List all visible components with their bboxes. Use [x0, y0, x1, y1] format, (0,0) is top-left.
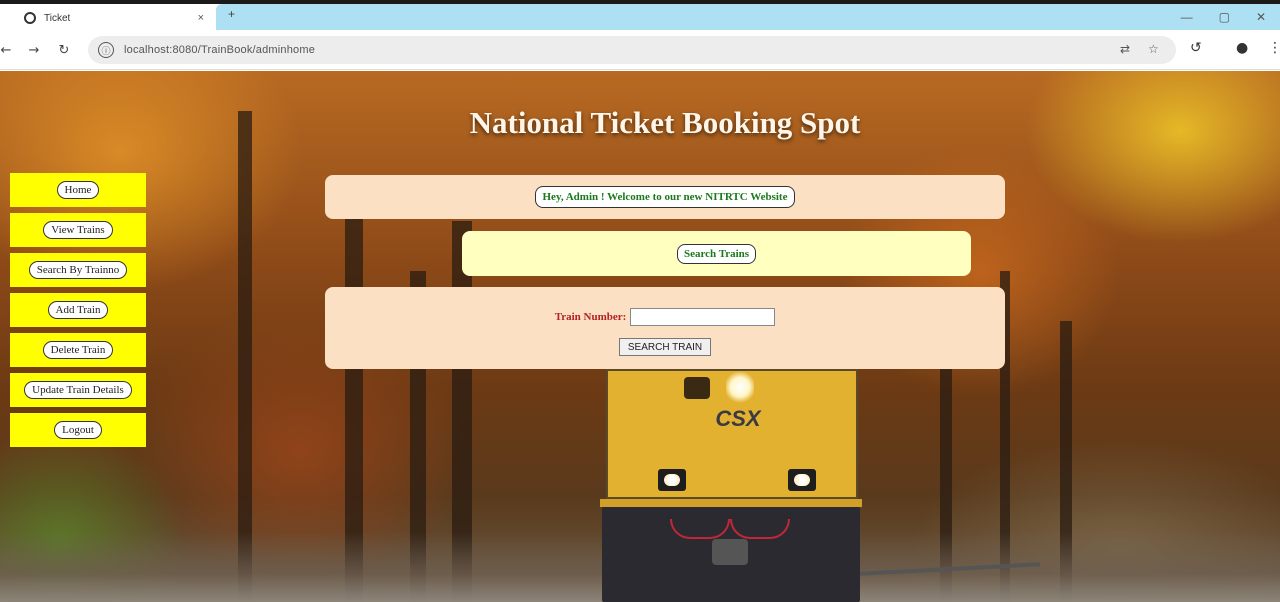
forward-icon[interactable]: →	[24, 40, 44, 60]
url-text[interactable]: localhost:8080/TrainBook/adminhome	[124, 44, 315, 56]
sidebar-item-delete-train[interactable]: Delete Train	[10, 333, 146, 367]
train-number-input[interactable]	[630, 308, 776, 326]
sidebar-item-label[interactable]: Delete Train	[42, 341, 114, 359]
locomotive-window	[684, 377, 710, 399]
maximize-icon[interactable]: ▢	[1219, 10, 1230, 24]
train-number-row: Train Number:	[555, 308, 776, 326]
address-bar-row: ← → ↻ ⓘ localhost:8080/TrainBook/adminho…	[0, 30, 1280, 70]
search-form-panel: Train Number: SEARCH TRAIN	[325, 287, 1005, 369]
search-trains-heading: Search Trains	[676, 243, 757, 264]
browser-tab[interactable]: Ticket ×	[14, 6, 214, 30]
tab-close-icon[interactable]: ×	[198, 12, 204, 24]
sidebar-item-label[interactable]: Update Train Details	[24, 381, 132, 399]
tab-title: Ticket	[44, 12, 71, 24]
locomotive-body: CSX	[606, 369, 858, 499]
sidebar-item-label[interactable]: View Trains	[43, 221, 113, 239]
top-headlight	[726, 371, 754, 403]
background-tree	[238, 111, 252, 602]
sidebar-item-add-train[interactable]: Add Train	[10, 293, 146, 327]
sidebar-item-search-by-trainno[interactable]: Search By Trainno	[10, 253, 146, 287]
welcome-panel: Hey, Admin ! Welcome to our new NITRTC W…	[325, 175, 1005, 219]
sidebar-item-label[interactable]: Search By Trainno	[28, 261, 128, 279]
sidebar-item-label[interactable]: Add Train	[47, 301, 109, 319]
address-bar[interactable]: ⓘ localhost:8080/TrainBook/adminhome ⇄ ☆	[88, 36, 1176, 64]
search-train-button[interactable]: SEARCH TRAIN	[618, 338, 712, 356]
right-headlight	[788, 469, 816, 491]
minimize-icon[interactable]: —	[1181, 10, 1193, 24]
sync-icon[interactable]: ↺	[1190, 40, 1202, 56]
site-info-icon[interactable]: ⓘ	[98, 42, 114, 58]
locomotive-stripe	[600, 499, 862, 507]
reload-icon[interactable]: ↻	[54, 40, 74, 60]
close-window-icon[interactable]: ✕	[1256, 10, 1266, 24]
tab-favicon-icon	[24, 12, 36, 24]
sidebar-item-view-trains[interactable]: View Trains	[10, 213, 146, 247]
window-controls: — ▢ ✕	[1181, 4, 1266, 30]
back-icon[interactable]: ←	[0, 40, 16, 60]
tab-strip: +	[216, 4, 1280, 30]
sidebar-item-label[interactable]: Logout	[54, 421, 102, 439]
left-headlight	[658, 469, 686, 491]
menu-icon[interactable]: ⋮	[1268, 40, 1280, 56]
profile-icon[interactable]: ●	[1236, 40, 1248, 56]
sidebar-item-label[interactable]: Home	[56, 181, 100, 199]
translate-icon[interactable]: ⇄	[1120, 42, 1130, 56]
welcome-message: Hey, Admin ! Welcome to our new NITRTC W…	[534, 186, 796, 208]
locomotive-logo: CSX	[715, 406, 761, 431]
bookmark-star-icon[interactable]: ☆	[1148, 42, 1159, 56]
sidebar-item-update-train-details[interactable]: Update Train Details	[10, 373, 146, 407]
page-background: National Ticket Booking Spot Home View T…	[0, 71, 1280, 602]
sidebar-item-logout[interactable]: Logout	[10, 413, 146, 447]
coupler	[712, 539, 748, 565]
train-image: CSX	[600, 369, 862, 602]
train-number-label: Train Number:	[554, 311, 627, 323]
search-header-panel: Search Trains	[462, 231, 971, 276]
page-title: National Ticket Booking Spot	[469, 105, 861, 140]
sidebar-item-home[interactable]: Home	[10, 173, 146, 207]
new-tab-icon[interactable]: +	[228, 7, 235, 21]
